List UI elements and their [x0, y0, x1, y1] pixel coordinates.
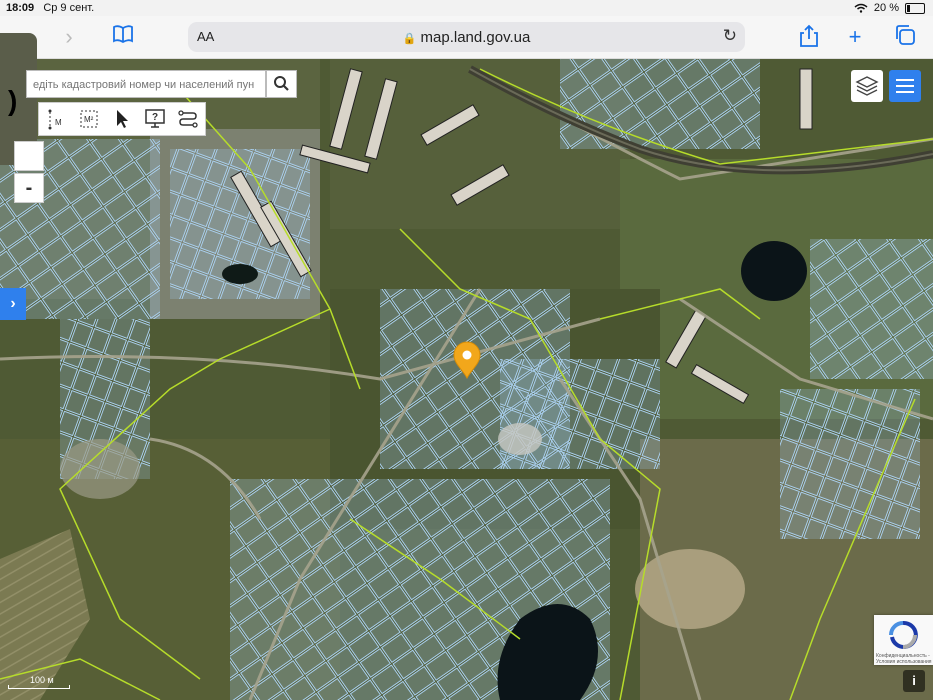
- scale-label: 100 м: [30, 675, 54, 685]
- lock-icon: 🔒: [402, 33, 417, 45]
- battery-percent: 20 %: [873, 2, 899, 14]
- info-button[interactable]: i: [903, 670, 925, 692]
- bookmarks-icon[interactable]: [110, 24, 136, 50]
- ruler-icon: М: [48, 109, 62, 130]
- help-monitor-icon: ?: [144, 109, 165, 128]
- menu-button[interactable]: [889, 70, 921, 102]
- search-button[interactable]: [266, 70, 297, 98]
- menu-icon: [896, 79, 914, 93]
- chevron-right-icon: ›: [10, 295, 16, 312]
- recaptcha-icon: [889, 620, 918, 649]
- zoom-in-button[interactable]: [14, 141, 44, 171]
- select-pointer-tool[interactable]: [105, 103, 138, 135]
- svg-text:М²: М²: [84, 115, 94, 124]
- browser-toolbar: ‹ › AA 🔒 map.land.gov.ua ↻ +: [0, 16, 933, 59]
- address-bar[interactable]: AA 🔒 map.land.gov.ua ↻: [188, 22, 745, 52]
- date: Ср 9 сент.: [43, 2, 95, 14]
- map-toolbar: М М² ?: [38, 102, 206, 136]
- route-icon: [177, 110, 198, 128]
- help-query-tool[interactable]: ?: [138, 103, 171, 135]
- status-bar: 18:09 Ср 9 сент. 20 %: [0, 0, 933, 16]
- measure-distance-tool[interactable]: М: [39, 103, 72, 135]
- satellite-map[interactable]: [0, 59, 933, 700]
- scale-bar: 100 м: [8, 675, 70, 689]
- area-icon: М²: [80, 110, 97, 128]
- svg-text:?: ?: [152, 112, 158, 123]
- layers-icon: [855, 76, 879, 96]
- side-panel-toggle[interactable]: ›: [0, 288, 26, 320]
- map-view[interactable]: [0, 59, 933, 700]
- share-icon[interactable]: [796, 24, 822, 50]
- url-text: map.land.gov.ua: [420, 29, 531, 46]
- clock: 18:09: [6, 2, 35, 14]
- tabs-icon[interactable]: [892, 24, 918, 50]
- svg-text:М: М: [55, 118, 62, 127]
- forward-icon[interactable]: ›: [56, 24, 82, 50]
- search-icon: [274, 76, 289, 91]
- add-tab-icon[interactable]: +: [842, 24, 868, 50]
- recaptcha-badge[interactable]: Конфиденциальность - Условия использован…: [874, 615, 933, 665]
- layers-button[interactable]: [851, 70, 883, 102]
- battery-icon: [905, 2, 925, 14]
- pointer-icon: [116, 110, 128, 128]
- recaptcha-text[interactable]: Конфиденциальность - Условия использован…: [876, 653, 932, 665]
- measure-area-tool[interactable]: М²: [72, 103, 105, 135]
- wifi-icon: [854, 3, 868, 13]
- chevron-icon: ): [8, 85, 18, 116]
- route-tool[interactable]: [171, 103, 204, 135]
- search-input[interactable]: [27, 71, 265, 99]
- reload-icon[interactable]: ↻: [723, 26, 737, 46]
- zoom-out-button[interactable]: -: [14, 173, 44, 203]
- cadastral-search: [26, 70, 266, 99]
